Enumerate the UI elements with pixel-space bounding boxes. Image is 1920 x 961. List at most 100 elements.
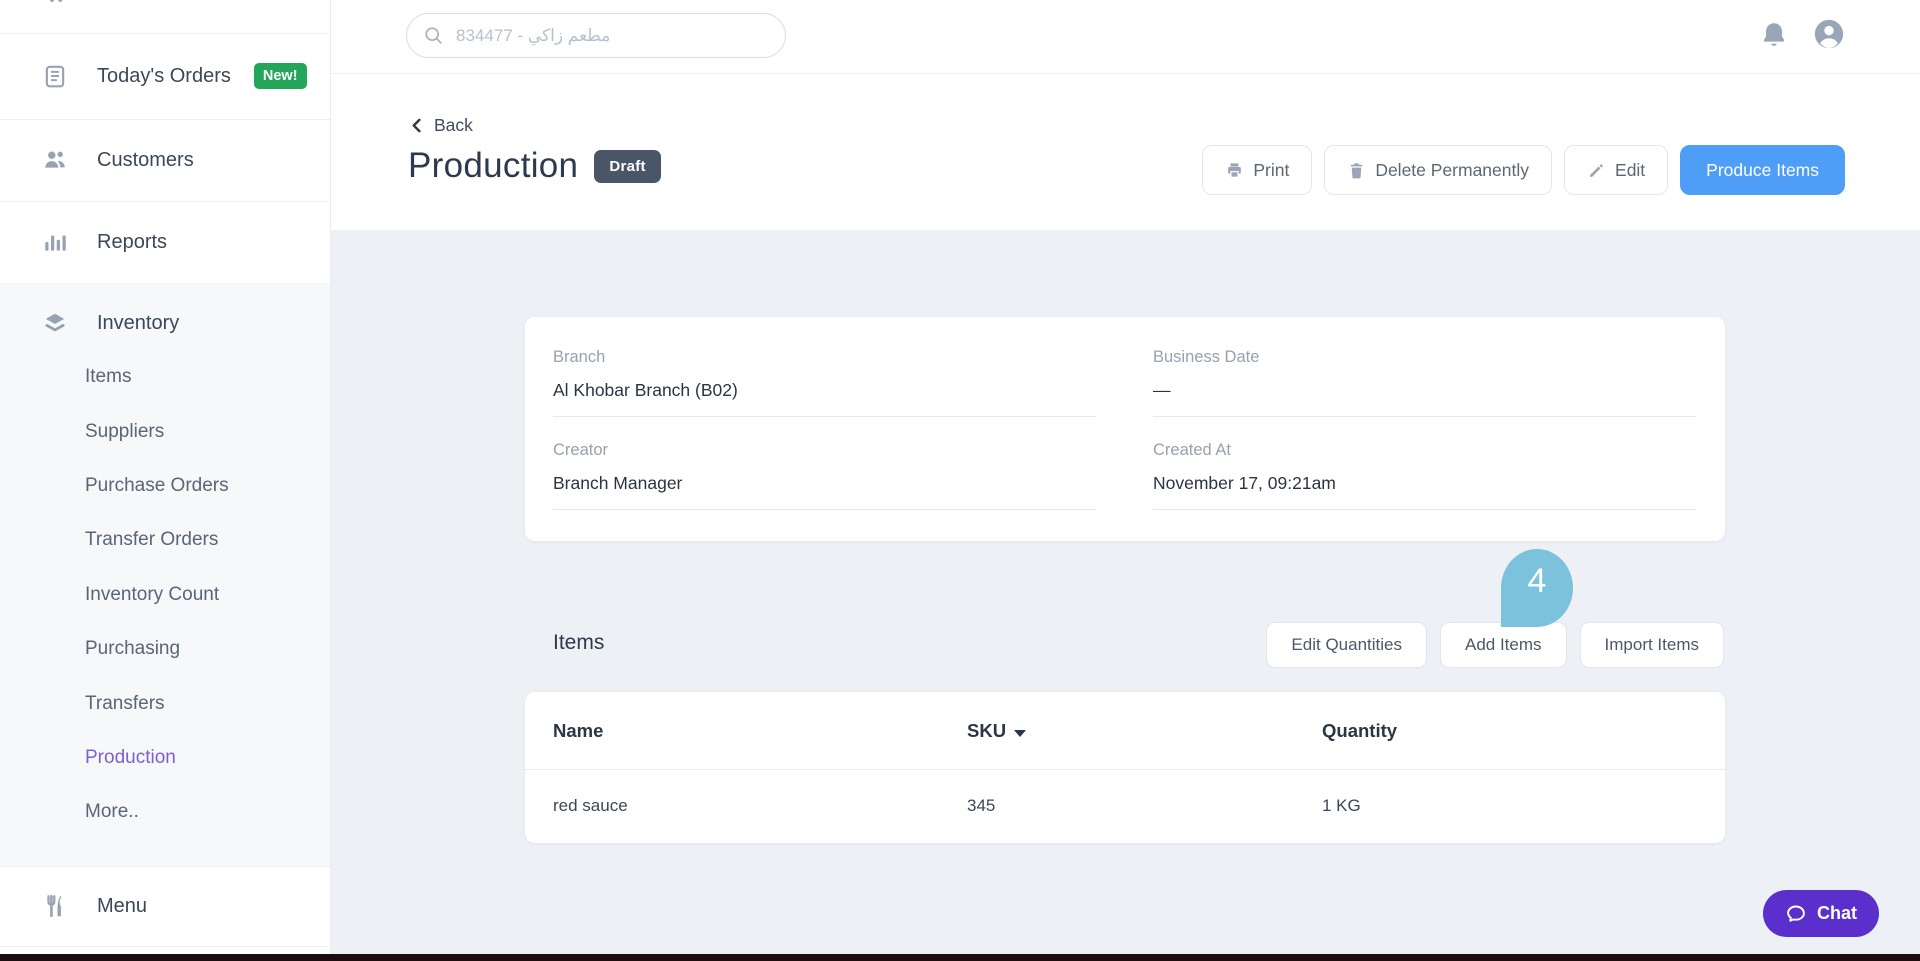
divider	[0, 946, 330, 947]
search-icon	[423, 25, 444, 46]
import-items-button[interactable]: Import Items	[1579, 622, 1724, 668]
customers-icon	[42, 147, 68, 173]
sidebar: Orders Today's Orders New! Customers Rep…	[0, 0, 331, 954]
subitem-label: Suppliers	[85, 421, 165, 442]
sidebar-subitem-items[interactable]: Items	[85, 350, 131, 404]
field-business-date: Business Date —	[1153, 348, 1696, 417]
back-button[interactable]: Back	[410, 115, 473, 136]
layers-icon	[42, 310, 68, 336]
subitem-label: Production	[85, 747, 176, 768]
subitem-label: Transfer Orders	[85, 529, 219, 550]
print-button[interactable]: Print	[1202, 145, 1313, 195]
trash-icon	[1351, 162, 1363, 178]
delete-permanently-button[interactable]: Delete Permanently	[1324, 145, 1553, 195]
app-window: Orders Today's Orders New! Customers Rep…	[0, 0, 1920, 961]
page-header: Back Production Draft Print Delete Perma…	[331, 73, 1920, 230]
sidebar-item-orders[interactable]: Orders	[0, 0, 330, 33]
sidebar-item-label: Customers	[97, 148, 194, 171]
edit-button[interactable]: Edit	[1564, 145, 1669, 195]
sidebar-subitem-suppliers[interactable]: Suppliers	[85, 405, 164, 459]
print-label: Print	[1253, 159, 1290, 180]
sidebar-subitem-transfer-orders[interactable]: Transfer Orders	[85, 513, 218, 567]
edit-quantities-label: Edit Quantities	[1291, 635, 1402, 654]
cart-icon	[42, 0, 68, 5]
sidebar-item-customers[interactable]: Customers	[0, 119, 330, 201]
field-value: Branch Manager	[553, 473, 1096, 510]
top-bar	[331, 0, 1920, 74]
items-section-title: Items	[553, 631, 605, 654]
sidebar-subitem-more[interactable]: More..	[85, 785, 139, 839]
sidebar-item-label: Today's Orders	[97, 64, 231, 87]
add-items-button[interactable]: Add Items	[1439, 622, 1567, 668]
new-badge: New!	[253, 63, 307, 89]
sidebar-subitem-purchase-orders[interactable]: Purchase Orders	[85, 459, 229, 513]
field-branch: Branch Al Khobar Branch (B02)	[553, 348, 1096, 417]
subitem-label: Inventory Count	[85, 584, 220, 605]
column-header-quantity: Quantity	[1322, 720, 1398, 741]
sidebar-item-inventory[interactable]: Inventory	[0, 283, 330, 363]
sidebar-subitem-transfers[interactable]: Transfers	[85, 677, 165, 731]
chat-button[interactable]: Chat	[1763, 890, 1879, 937]
field-label: Created At	[1153, 441, 1231, 459]
chevron-left-icon	[412, 118, 421, 133]
pencil-icon	[1590, 163, 1603, 177]
page-title: Production	[408, 146, 579, 185]
printer-icon	[1228, 162, 1242, 178]
header-actions: Print Delete Permanently Edit Produce It…	[1202, 145, 1845, 195]
sidebar-item-label: Orders	[97, 0, 158, 4]
field-label: Creator	[553, 441, 609, 459]
step-number: 4	[1527, 562, 1547, 600]
items-table: Name SKU Quantity red sauce 345 1 KG	[525, 692, 1725, 843]
sidebar-subitem-production[interactable]: Production	[85, 731, 176, 785]
sidebar-item-label: Inventory	[97, 311, 180, 334]
field-value: Al Khobar Branch (B02)	[553, 380, 1096, 417]
add-items-label: Add Items	[1464, 635, 1542, 654]
chat-label: Chat	[1817, 903, 1857, 923]
user-avatar-icon[interactable]	[1812, 17, 1846, 56]
edit-quantities-button[interactable]: Edit Quantities	[1266, 622, 1427, 668]
sidebar-item-menu[interactable]: Menu	[0, 866, 330, 946]
notifications-bell-icon[interactable]	[1758, 19, 1790, 56]
field-created-at: Created At November 17, 09:21am	[1153, 441, 1696, 510]
search-box[interactable]	[406, 13, 786, 58]
row-name-cell: red sauce	[553, 796, 628, 815]
sidebar-item-label: Reports	[97, 230, 168, 253]
column-header-sku[interactable]: SKU	[967, 692, 1027, 769]
row-sku-cell: 345	[967, 796, 996, 815]
sidebar-inventory-group: Inventory Items Suppliers Purchase Order…	[0, 283, 330, 866]
produce-items-label: Produce Items	[1706, 159, 1819, 180]
bar-chart-icon	[42, 229, 68, 255]
chat-bubble-icon	[1787, 905, 1805, 922]
column-header-name: Name	[553, 720, 604, 741]
field-value: November 17, 09:21am	[1153, 473, 1696, 510]
status-badge: Draft	[594, 149, 661, 183]
subitem-label: More..	[85, 801, 139, 822]
sidebar-item-reports[interactable]: Reports	[0, 201, 330, 283]
delete-label: Delete Permanently	[1375, 159, 1530, 180]
details-card: Branch Al Khobar Branch (B02) Business D…	[525, 317, 1725, 541]
sidebar-item-todays-orders[interactable]: Today's Orders New!	[0, 33, 330, 119]
subitem-label: Transfers	[85, 693, 165, 714]
produce-items-button[interactable]: Produce Items	[1680, 145, 1845, 195]
sidebar-item-label: Menu	[97, 894, 148, 917]
sort-desc-icon	[1014, 730, 1027, 737]
import-items-label: Import Items	[1604, 635, 1699, 654]
divider	[525, 769, 1725, 770]
subitem-label: Items	[85, 366, 132, 387]
field-label: Branch	[553, 348, 606, 366]
sidebar-subitem-inventory-count[interactable]: Inventory Count	[85, 568, 219, 622]
row-quantity-cell: 1 KG	[1322, 796, 1361, 815]
bottom-edge-bar	[0, 954, 1920, 961]
subitem-label: Purchasing	[85, 638, 181, 659]
sku-label: SKU	[967, 720, 1007, 741]
fork-knife-icon	[42, 893, 68, 919]
subitem-label: Purchase Orders	[85, 475, 229, 496]
search-input[interactable]	[454, 24, 769, 47]
clipboard-icon	[42, 63, 68, 89]
field-value: —	[1153, 380, 1696, 417]
field-creator: Creator Branch Manager	[553, 441, 1096, 510]
items-actions: Edit Quantities Add Items Import Items	[1266, 622, 1724, 668]
sidebar-subitem-purchasing[interactable]: Purchasing	[85, 622, 180, 676]
step-4-pointer-balloon: 4	[1501, 549, 1573, 627]
back-label: Back	[434, 115, 473, 135]
